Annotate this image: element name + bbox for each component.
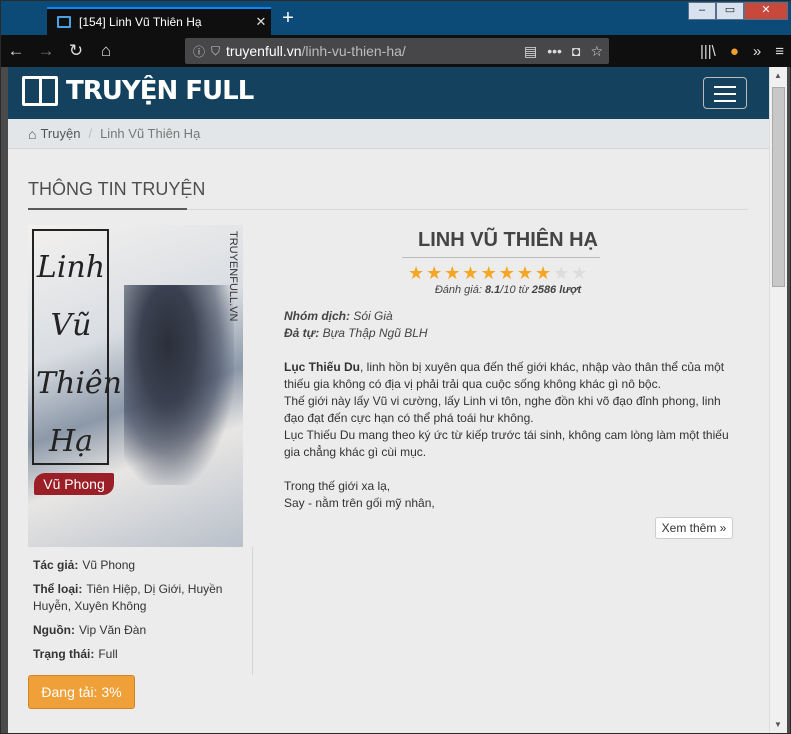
site-header: TRUYỆN FULL: [8, 67, 769, 119]
back-icon[interactable]: ←: [1, 37, 31, 65]
story-title: LINH VŨ THIÊN HẠ: [418, 229, 598, 251]
meta-genre: Thể loại: Tiên Hiệp, Dị Giới, Huyền Huyễn…: [33, 582, 223, 613]
rating-stars[interactable]: ★ ★ ★ ★ ★ ★ ★ ★ ★ ★: [408, 263, 608, 283]
meta-status: Trạng thái: Full: [33, 647, 118, 661]
rating-star-icon[interactable]: ★: [571, 263, 587, 283]
breadcrumb-separator: /: [88, 126, 93, 141]
rating-star-icon[interactable]: ★: [535, 263, 551, 283]
rating-star-icon[interactable]: ★: [553, 263, 569, 283]
extension-icon[interactable]: ●: [730, 43, 739, 60]
section-title: THÔNG TIN TRUYỆN: [28, 179, 206, 199]
column-divider: [252, 547, 253, 675]
editor-row: Đả tự: Bựa Thập Ngũ BLH: [284, 326, 428, 340]
desc-paragraph-2: Thế giới này lấy Vũ vi cường, lấy Linh v…: [284, 394, 721, 425]
cover-author-badge: Vũ Phong: [34, 473, 114, 495]
translator-value: Sói Già: [353, 309, 393, 323]
scroll-up-icon[interactable]: ▲: [774, 71, 782, 80]
read-more-button[interactable]: Xem thêm »: [655, 517, 733, 539]
shield-icon[interactable]: ⛉: [211, 44, 220, 59]
meta-author: Tác giả: Vũ Phong: [33, 558, 136, 572]
page-content: TRUYỆN FULL ⌂ Truyện / Linh Vũ Thiên Hạ …: [8, 67, 769, 733]
menu-icon[interactable]: ≡: [775, 43, 784, 60]
hamburger-menu-button[interactable]: [703, 77, 747, 109]
book-favicon-icon: [57, 16, 71, 28]
story-description: Lục Thiếu Du, linh hồn bị xuyên qua đến …: [284, 359, 734, 512]
breadcrumb-current[interactable]: Linh Vũ Thiên Hạ: [100, 126, 200, 141]
logo-text: TRUYỆN FULL: [66, 76, 254, 106]
new-tab-button[interactable]: +: [277, 8, 299, 30]
home-icon[interactable]: ⌂: [28, 126, 36, 142]
url-bar[interactable]: ⓘ ⛉ truyenfull.vn/linh-vu-thien-ha/ ▤ ••…: [185, 38, 609, 64]
rating-star-icon[interactable]: ★: [517, 263, 533, 283]
bookmark-star-icon[interactable]: ☆: [590, 40, 603, 62]
reader-view-icon[interactable]: ▤: [524, 40, 537, 62]
book-cover: Linh Vũ Thiên Hạ TRUYENFULL.VN Vũ Phong: [28, 225, 243, 547]
close-tab-icon[interactable]: ✕: [251, 14, 271, 30]
rating-count: 2586 lượt: [531, 284, 582, 296]
title-underline: [402, 257, 600, 258]
editor-value: Bựa Thập Ngũ BLH: [322, 326, 428, 340]
download-progress-button[interactable]: Đang tải: 3%: [28, 675, 135, 709]
desc-paragraph-1: Lục Thiếu Du, linh hồn bị xuyên qua đến …: [284, 360, 725, 391]
book-logo-icon: [22, 76, 58, 106]
desc-paragraph-5: Say - nằm trên gối mỹ nhân,: [284, 496, 435, 510]
reload-icon[interactable]: ↻: [61, 37, 91, 65]
window-controls: – ▭ ✕: [688, 2, 788, 20]
rating-star-icon[interactable]: ★: [426, 263, 442, 283]
rating-star-icon[interactable]: ★: [408, 263, 424, 283]
site-logo[interactable]: TRUYỆN FULL: [22, 76, 254, 106]
info-icon[interactable]: ⓘ: [193, 43, 205, 60]
browser-tab[interactable]: [154] Linh Vũ Thiên Hạ ✕: [47, 7, 271, 35]
scroll-down-icon[interactable]: ▼: [774, 720, 782, 729]
url-host: truyenfull.vn: [226, 43, 302, 59]
title-bar: [154] Linh Vũ Thiên Hạ ✕ + – ▭ ✕: [1, 1, 791, 35]
tab-title: [154] Linh Vũ Thiên Hạ: [79, 15, 202, 29]
meta-source: Nguồn: Vip Văn Đàn: [33, 623, 147, 637]
page-actions-icon[interactable]: •••: [547, 40, 562, 62]
browser-window: [154] Linh Vũ Thiên Hạ ✕ + – ▭ ✕ ← → ↻ ⌂…: [0, 0, 791, 734]
breadcrumb: ⌂ Truyện / Linh Vũ Thiên Hạ: [8, 119, 769, 149]
desc-paragraph-4: Trong thế giới xa lạ,: [284, 479, 391, 493]
rating-star-icon[interactable]: ★: [499, 263, 515, 283]
author-link[interactable]: Vũ Phong: [82, 558, 135, 572]
cover-title: Linh Vũ Thiên Hạ: [36, 250, 123, 459]
source-value: Vip Văn Đàn: [78, 623, 147, 637]
translator-row: Nhóm dịch: Sói Già: [284, 309, 393, 323]
desc-paragraph-3: Lục Thiếu Du mang theo ký ức từ kiếp trư…: [284, 428, 729, 459]
overflow-chevron-icon[interactable]: »: [753, 43, 761, 60]
scrollbar-thumb[interactable]: [772, 87, 785, 287]
window-close-button[interactable]: ✕: [744, 2, 788, 20]
forward-icon[interactable]: →: [31, 37, 61, 65]
rating-star-icon[interactable]: ★: [444, 263, 460, 283]
breadcrumb-home-link[interactable]: Truyện: [40, 126, 80, 141]
rating-value: 8.1: [484, 284, 501, 296]
story-credits: Nhóm dịch: Sói Già Đả tự: Bựa Thập Ngũ B…: [284, 308, 732, 342]
status-value: Full: [98, 647, 118, 661]
section-underline: [28, 208, 187, 210]
library-icon[interactable]: |||\: [700, 43, 716, 60]
rating-summary: Đánh giá: 8.1/10 từ 2586 lượt: [434, 284, 582, 296]
rating-star-icon[interactable]: ★: [481, 263, 497, 283]
pocket-icon[interactable]: ◘: [572, 40, 580, 62]
url-path: /linh-vu-thien-ha/: [301, 43, 406, 59]
minimize-button[interactable]: –: [688, 2, 716, 20]
home-icon[interactable]: ⌂: [91, 37, 121, 65]
rating-star-icon[interactable]: ★: [462, 263, 478, 283]
vertical-scrollbar[interactable]: ▲ ▼: [769, 67, 787, 733]
maximize-button[interactable]: ▭: [716, 2, 744, 20]
story-meta: Tác giả: Vũ Phong Thể loại: Tiên Hiệp, Dị …: [33, 557, 253, 670]
cover-illustration: [124, 285, 234, 485]
nav-toolbar: ← → ↻ ⌂ ⓘ ⛉ truyenfull.vn/linh-vu-thien-…: [1, 35, 791, 67]
